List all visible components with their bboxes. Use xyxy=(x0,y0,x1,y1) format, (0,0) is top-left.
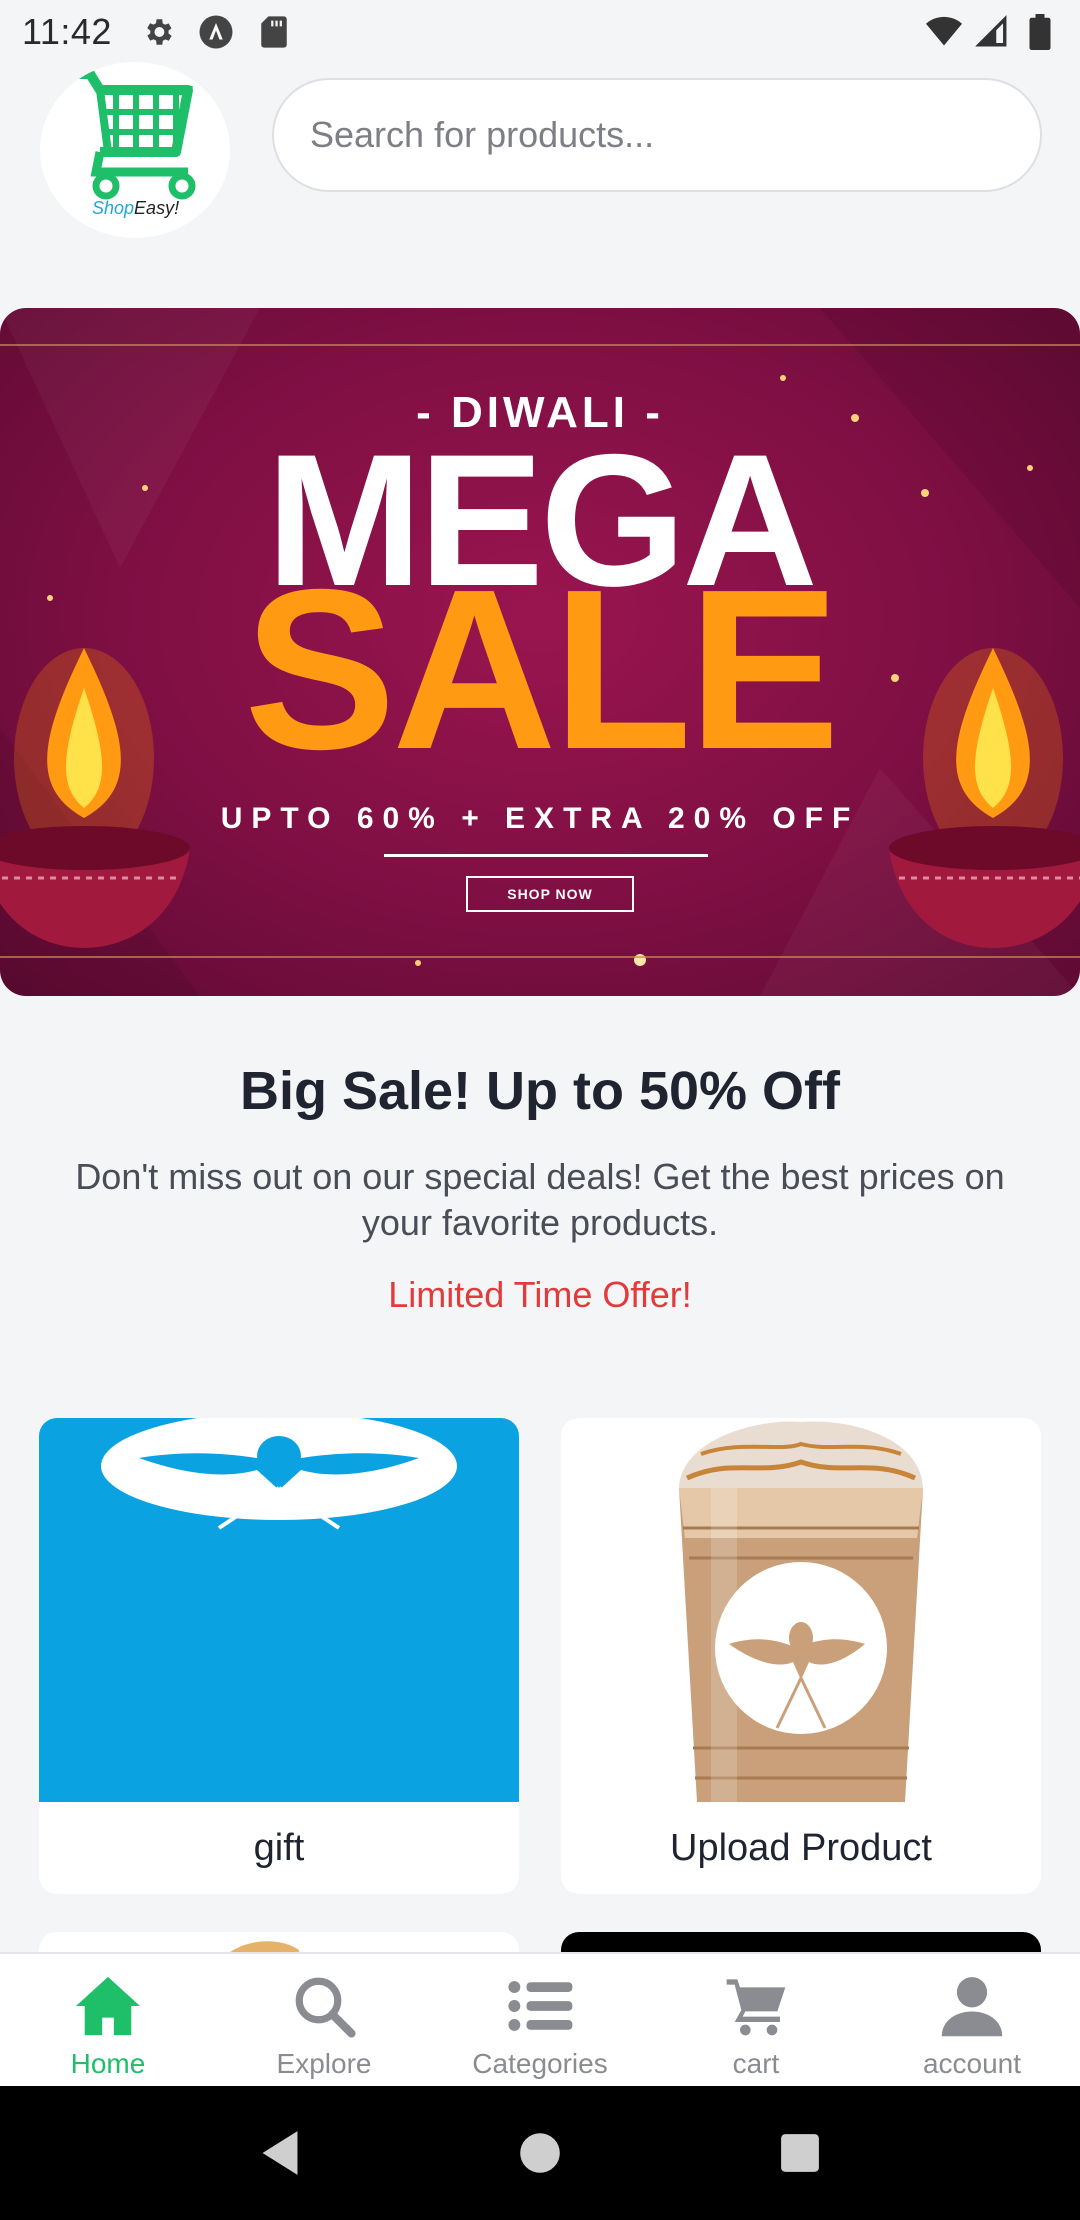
banner-divider xyxy=(384,854,708,857)
search-input[interactable] xyxy=(310,114,1040,156)
header: ShopEasy! xyxy=(0,52,1080,238)
banner-headline-sale: SALE xyxy=(243,543,840,797)
nav-cart[interactable]: cart xyxy=(648,1954,864,2088)
promo-title: Big Sale! Up to 50% Off xyxy=(239,1061,841,1121)
product-label: gift xyxy=(253,1826,305,1869)
back-icon[interactable] xyxy=(250,2123,310,2183)
status-time: 11:42 xyxy=(22,11,112,52)
gift-product-image xyxy=(39,1418,519,1802)
status-icons-left xyxy=(140,14,292,50)
promo-banner[interactable]: - DIWALI - MEGA SALE UPTO 60% + EXTRA 20… xyxy=(0,308,1080,996)
nav-label: cart xyxy=(732,2048,780,2079)
a-circle-icon xyxy=(198,14,234,50)
sd-card-icon xyxy=(256,14,292,50)
nav-explore[interactable]: Explore xyxy=(216,1954,432,2088)
product-card-gift[interactable]: gift xyxy=(39,1418,519,1894)
product-card-upload-product[interactable]: Upload Product xyxy=(561,1418,1041,1894)
signal-icon xyxy=(974,14,1010,50)
nav-label: Home xyxy=(70,2048,146,2079)
home-icon xyxy=(72,1970,144,2042)
bottom-nav: Home Explore Categories cart account xyxy=(0,1952,1080,2086)
person-icon xyxy=(936,1970,1008,2042)
nav-account[interactable]: account xyxy=(864,1954,1080,2088)
status-icons-right xyxy=(926,14,1058,50)
promo-description: Don't miss out on our special deals! Get… xyxy=(75,1156,1005,1243)
limited-offer-text: Limited Time Offer! xyxy=(388,1274,692,1315)
logo-wordmark: ShopEasy! xyxy=(92,198,180,218)
system-nav-bar xyxy=(0,2086,1080,2220)
recents-icon[interactable] xyxy=(770,2123,830,2183)
battery-icon xyxy=(1022,14,1058,50)
home-circle-icon[interactable] xyxy=(510,2123,570,2183)
nav-label: account xyxy=(922,2048,1022,2079)
nav-home[interactable]: Home xyxy=(0,1954,216,2088)
product-label: Upload Product xyxy=(670,1826,932,1869)
banner-top-line xyxy=(0,344,1080,346)
shop-now-button[interactable]: SHOP NOW xyxy=(466,876,634,912)
banner-offer-text: UPTO 60% + EXTRA 20% OFF xyxy=(220,802,860,835)
shopeasy-logo[interactable]: ShopEasy! xyxy=(40,62,230,238)
nav-label: Categories xyxy=(472,2048,608,2079)
nav-categories[interactable]: Categories xyxy=(432,1954,648,2088)
cart-icon xyxy=(720,1970,792,2042)
wifi-icon xyxy=(926,14,962,50)
search-bar[interactable] xyxy=(272,78,1042,192)
nav-label: Explore xyxy=(276,2048,372,2079)
list-icon xyxy=(504,1970,576,2042)
gear-icon xyxy=(140,14,176,50)
search-icon xyxy=(288,1970,360,2042)
frappe-product-image xyxy=(561,1418,1041,1802)
